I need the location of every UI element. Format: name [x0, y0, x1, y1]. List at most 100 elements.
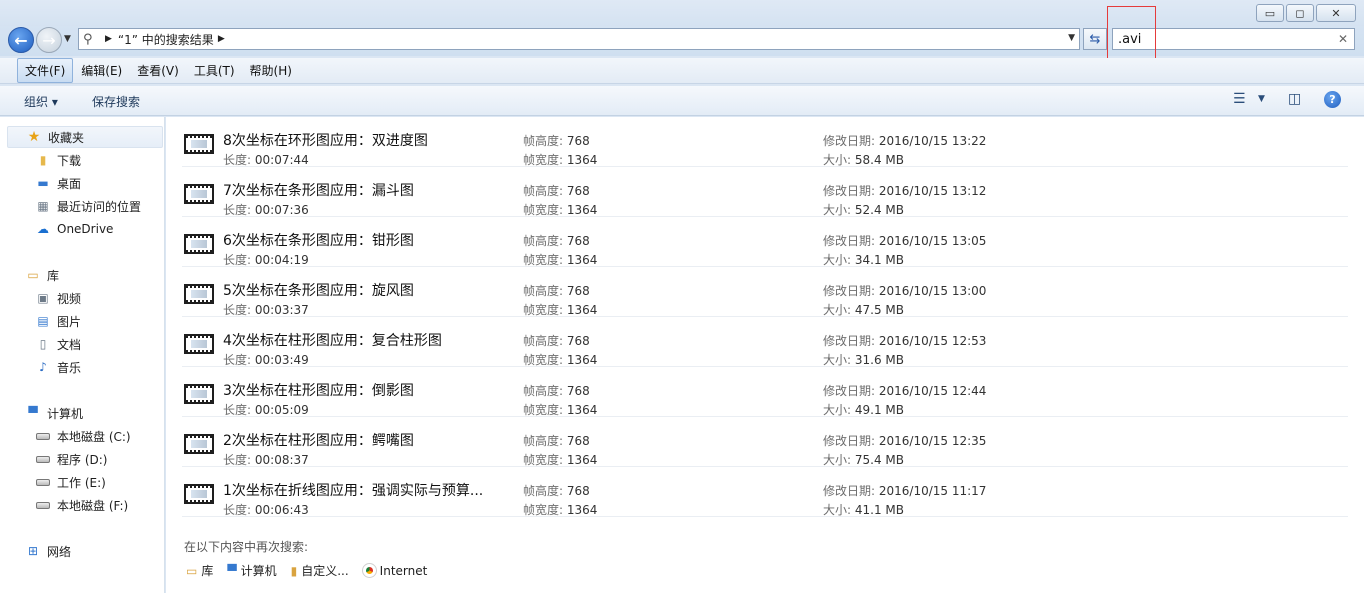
- search-in-libraries-link[interactable]: ▭ 库: [186, 562, 213, 579]
- search-custom-link[interactable]: ▮ 自定义...: [291, 562, 349, 579]
- search-in-computer-link[interactable]: ▀ 计算机: [227, 562, 276, 579]
- sidebar-item-desktop[interactable]: ▬ 桌面: [35, 172, 81, 194]
- sidebar-item-label: 视频: [57, 291, 82, 306]
- frame-height: 帧高度: 768: [523, 334, 590, 348]
- sidebar-item-drive-c[interactable]: 本地磁盘 (C:): [35, 425, 131, 447]
- sidebar-item-drive-f[interactable]: 本地磁盘 (F:): [35, 494, 128, 516]
- file-length: 长度: 00:03:49: [223, 353, 309, 367]
- sidebar-item-label: 最近访问的位置: [57, 199, 142, 214]
- sidebar-item-pictures[interactable]: ▤ 图片: [35, 310, 81, 332]
- video-file-icon: [184, 434, 214, 454]
- frame-height: 帧高度: 768: [523, 484, 590, 498]
- frame-width: 帧宽度: 1364: [523, 303, 598, 317]
- libraries-icon: ▭: [186, 563, 198, 578]
- system-drive-icon: [35, 428, 51, 444]
- address-dropdown[interactable]: ▼: [1068, 33, 1075, 43]
- file-size: 大小: 31.6 MB: [823, 353, 904, 367]
- file-length: 长度: 00:05:09: [223, 403, 309, 417]
- sidebar-item-downloads[interactable]: ▮ 下载: [35, 149, 81, 171]
- back-button[interactable]: ←: [8, 27, 34, 53]
- preview-pane-icon[interactable]: ◫: [1288, 91, 1301, 107]
- refresh-button[interactable]: ⇆: [1083, 28, 1107, 50]
- title-bar: ▭ ◻ ✕: [0, 0, 1364, 28]
- frame-height: 帧高度: 768: [523, 234, 590, 248]
- menu-file[interactable]: 文件(F): [17, 58, 74, 83]
- sidebar-item-label: 程序 (D:): [57, 452, 108, 467]
- menu-help[interactable]: 帮助(H): [243, 59, 299, 82]
- maximize-button[interactable]: ◻: [1286, 4, 1314, 22]
- navigation-pane: ★ 收藏夹 ▮ 下载 ▬ 桌面 ▦ 最近访问的位置 ☁ OneDrive ▭ 库…: [0, 117, 165, 593]
- file-size: 大小: 41.1 MB: [823, 503, 904, 517]
- file-row[interactable]: 3次坐标在柱形图应用：倒影图 长度: 00:05:09 帧高度: 768 帧宽度…: [182, 367, 1348, 417]
- modified-date: 修改日期: 2016/10/15 11:17: [823, 484, 987, 498]
- sidebar-item-label: 下载: [57, 153, 82, 168]
- minimize-button[interactable]: ▭: [1256, 4, 1284, 22]
- organize-button[interactable]: 组织 ▾: [24, 93, 58, 110]
- address-row: ← → ▼ ⚲ ▶ “1” 中的搜索结果 ▶ ▼ ⇆ ✕: [0, 26, 1364, 56]
- modified-date: 修改日期: 2016/10/15 12:53: [823, 334, 987, 348]
- address-bar[interactable]: ⚲ ▶ “1” 中的搜索结果 ▶ ▼: [78, 28, 1080, 50]
- save-search-button[interactable]: 保存搜索: [92, 93, 140, 110]
- file-row[interactable]: 6次坐标在条形图应用：钳形图 长度: 00:04:19 帧高度: 768 帧宽度…: [182, 217, 1348, 267]
- sidebar-item-label: OneDrive: [57, 222, 114, 236]
- chevron-right-icon[interactable]: ▶: [218, 34, 225, 44]
- file-row[interactable]: 7次坐标在条形图应用：漏斗图 长度: 00:07:36 帧高度: 768 帧宽度…: [182, 167, 1348, 217]
- sidebar-item-label: 音乐: [57, 360, 82, 375]
- frame-width: 帧宽度: 1364: [523, 403, 598, 417]
- chevron-right-icon[interactable]: ▶: [105, 34, 112, 44]
- help-icon[interactable]: ?: [1324, 91, 1341, 108]
- clear-search-icon[interactable]: ✕: [1338, 32, 1348, 46]
- sidebar-item-favorites[interactable]: ★ 收藏夹: [7, 126, 163, 148]
- file-row[interactable]: 5次坐标在条形图应用：旋风图 长度: 00:03:37 帧高度: 768 帧宽度…: [182, 267, 1348, 317]
- sidebar-item-documents[interactable]: ▯ 文档: [35, 333, 81, 355]
- file-name: 4次坐标在柱形图应用：复合柱形图: [223, 333, 442, 349]
- modified-date: 修改日期: 2016/10/15 12:44: [823, 384, 987, 398]
- sidebar-item-label: 图片: [57, 314, 82, 329]
- sidebar-item-recent-places[interactable]: ▦ 最近访问的位置: [35, 195, 141, 217]
- file-name: 2次坐标在柱形图应用：鳄嘴图: [223, 433, 414, 449]
- menu-view[interactable]: 查看(V): [130, 59, 186, 82]
- search-icon: ⚲: [83, 31, 93, 47]
- libraries-icon: ▭: [27, 268, 39, 282]
- frame-height: 帧高度: 768: [523, 184, 590, 198]
- file-row[interactable]: 4次坐标在柱形图应用：复合柱形图 长度: 00:03:49 帧高度: 768 帧…: [182, 317, 1348, 367]
- sidebar-item-network[interactable]: ⊞ 网络: [25, 540, 71, 562]
- frame-width: 帧宽度: 1364: [523, 253, 598, 267]
- sidebar-item-computer[interactable]: ▀ 计算机: [25, 402, 83, 424]
- video-file-icon: [184, 334, 214, 354]
- arrow-left-icon: ←: [14, 30, 28, 50]
- file-row[interactable]: 2次坐标在柱形图应用：鳄嘴图 长度: 00:08:37 帧高度: 768 帧宽度…: [182, 417, 1348, 467]
- computer-icon: ▀: [28, 406, 38, 420]
- sidebar-item-libraries[interactable]: ▭ 库: [25, 264, 59, 286]
- view-dropdown[interactable]: ▼: [1258, 94, 1265, 104]
- file-length: 长度: 00:07:36: [223, 203, 309, 217]
- view-options-icon[interactable]: ☰: [1233, 91, 1246, 107]
- sidebar-item-drive-d[interactable]: 程序 (D:): [35, 448, 107, 470]
- sidebar-item-onedrive[interactable]: ☁ OneDrive: [35, 218, 113, 240]
- file-length: 长度: 00:06:43: [223, 503, 309, 517]
- sidebar-item-music[interactable]: ♪ 音乐: [35, 356, 81, 378]
- frame-width: 帧宽度: 1364: [523, 353, 598, 367]
- sidebar-item-label: 计算机: [47, 406, 84, 421]
- sidebar-item-drive-e[interactable]: 工作 (E:): [35, 471, 106, 493]
- file-size: 大小: 49.1 MB: [823, 403, 904, 417]
- sidebar-item-videos[interactable]: ▣ 视频: [35, 287, 81, 309]
- sidebar-item-label: 本地磁盘 (C:): [57, 429, 131, 444]
- menu-edit[interactable]: 编辑(E): [74, 59, 129, 82]
- breadcrumb[interactable]: “1” 中的搜索结果: [118, 31, 214, 48]
- search-again-links: ▭ 库 ▀ 计算机 ▮ 自定义... Internet: [186, 562, 427, 579]
- modified-date: 修改日期: 2016/10/15 13:00: [823, 284, 987, 298]
- sidebar-item-label: 桌面: [57, 176, 82, 191]
- video-file-icon: [184, 234, 214, 254]
- file-size: 大小: 58.4 MB: [823, 153, 904, 167]
- search-internet-link[interactable]: Internet: [361, 563, 427, 578]
- frame-width: 帧宽度: 1364: [523, 503, 598, 517]
- file-row[interactable]: 1次坐标在折线图应用：强调实际与预算... 长度: 00:06:43 帧高度: …: [182, 467, 1348, 517]
- arrow-right-icon: →: [42, 30, 56, 50]
- forward-button[interactable]: →: [36, 27, 62, 53]
- menu-tools[interactable]: 工具(T): [187, 59, 242, 82]
- file-row[interactable]: 8次坐标在环形图应用：双进度图 长度: 00:07:44 帧高度: 768 帧宽…: [182, 117, 1348, 167]
- file-name: 8次坐标在环形图应用：双进度图: [223, 133, 428, 149]
- close-button[interactable]: ✕: [1316, 4, 1356, 22]
- recent-pages-dropdown[interactable]: ▼: [64, 34, 71, 44]
